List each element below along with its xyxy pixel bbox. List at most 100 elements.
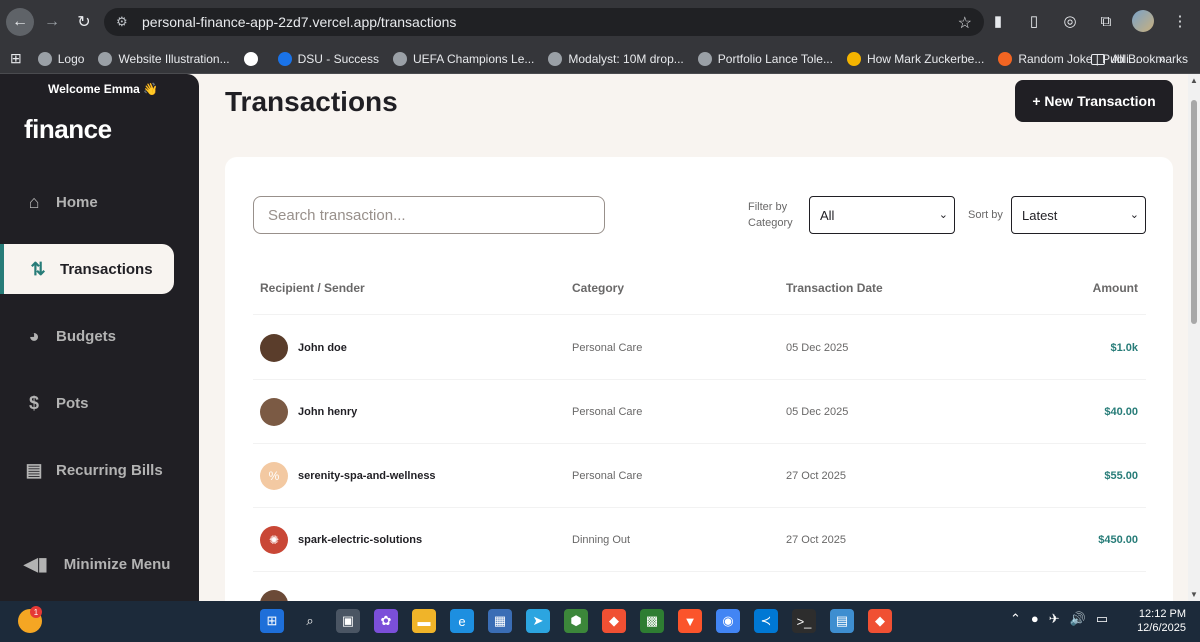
finance-app: Welcome Emma 👋 finance ⌂ Home ⇅ Transact… bbox=[0, 74, 1188, 601]
filter-label: Filter by Category bbox=[748, 201, 793, 229]
avatar bbox=[260, 334, 288, 362]
record-icon[interactable]: ◎ bbox=[1060, 11, 1080, 31]
task-view-icon[interactable]: ▣ bbox=[336, 609, 360, 633]
table-row[interactable] bbox=[253, 572, 1146, 601]
battery-icon[interactable]: ▭ bbox=[1096, 611, 1108, 627]
notepad-icon[interactable]: ▤ bbox=[830, 609, 854, 633]
avatar bbox=[260, 590, 288, 601]
transaction-amount: $40.00 bbox=[1104, 406, 1138, 418]
brave-icon[interactable]: ▼ bbox=[678, 609, 702, 633]
reload-button[interactable]: ↻ bbox=[70, 8, 98, 36]
edge-icon[interactable]: e bbox=[450, 609, 474, 633]
transaction-category: Personal Care bbox=[572, 342, 643, 354]
extensions-puzzle-icon[interactable]: ⧉ bbox=[1096, 11, 1116, 31]
tray-chevron-icon[interactable]: ⌃ bbox=[1010, 611, 1021, 627]
bookmark-item[interactable]: Website Illustration... bbox=[98, 51, 230, 66]
forward-button[interactable]: → bbox=[38, 8, 66, 36]
search-input[interactable]: Search transaction... bbox=[253, 196, 605, 234]
minimize-menu-button[interactable]: ◀▮ Minimize Menu bbox=[24, 554, 170, 575]
git-gui-icon[interactable]: ◆ bbox=[868, 609, 892, 633]
sidebar-item-budgets[interactable]: ◕ Budgets bbox=[0, 311, 174, 361]
transaction-date: 27 Oct 2025 bbox=[786, 470, 846, 482]
telegram-icon[interactable]: ➤ bbox=[526, 609, 550, 633]
system-clock[interactable]: 12:12 PM 12/6/2025 bbox=[1137, 607, 1186, 635]
sidebar-item-recurring-bills[interactable]: ▤ Recurring Bills bbox=[0, 445, 174, 495]
new-transaction-button[interactable]: + New Transaction bbox=[1015, 80, 1173, 122]
page-scrollbar[interactable]: ▲ ▼ bbox=[1188, 74, 1200, 601]
bookmark-item[interactable]: Logo bbox=[37, 51, 84, 66]
windows-taskbar: 1 ⊞ ⌕ ▣ ✿ ▬ e ▦ ➤ ⬢ ◆ ▩ ▼ ◉ ≺ >_ ▤ ◆ ⌃ ●… bbox=[0, 601, 1200, 642]
bookmark-item[interactable]: UEFA Champions Le... bbox=[392, 51, 534, 66]
bookmark-favicon-icon bbox=[697, 51, 712, 66]
sort-select[interactable]: Latest ⌄ bbox=[1011, 196, 1146, 234]
all-bookmarks-button[interactable]: All Bookmarks bbox=[1091, 52, 1188, 66]
bookmark-favicon-icon bbox=[98, 51, 113, 66]
volume-icon[interactable]: 🔊 bbox=[1070, 611, 1086, 627]
clock-time: 12:12 PM bbox=[1138, 608, 1186, 620]
security-icon[interactable]: ● bbox=[1031, 611, 1039, 627]
category-select[interactable]: All ⌄ bbox=[809, 196, 955, 234]
site-info-icon[interactable]: ⚙ bbox=[116, 14, 132, 30]
scroll-thumb[interactable] bbox=[1191, 100, 1197, 324]
table-row[interactable]: John doe Personal Care 05 Dec 2025 $1.0k bbox=[253, 316, 1146, 380]
address-bar[interactable]: ⚙ personal-finance-app-2zd7.vercel.app/t… bbox=[104, 8, 984, 36]
page-title: Transactions bbox=[225, 86, 398, 117]
column-date: Transaction Date bbox=[786, 281, 883, 295]
logo: finance bbox=[24, 114, 112, 144]
terminal-icon[interactable]: >_ bbox=[792, 609, 816, 633]
sidebar-item-label: Transactions bbox=[60, 260, 153, 278]
main-content: Transactions + New Transaction Search tr… bbox=[199, 74, 1188, 601]
network-icon[interactable]: ✈ bbox=[1049, 611, 1060, 627]
menu-dots-icon[interactable]: ⋮ bbox=[1170, 11, 1190, 31]
spa-logo-icon: % bbox=[260, 462, 288, 490]
browser-toolbar: ← → ↻ ⚙ personal-finance-app-2zd7.vercel… bbox=[0, 0, 1200, 44]
notification-badge: 1 bbox=[30, 606, 42, 618]
phone-icon[interactable]: ▯ bbox=[1024, 11, 1044, 31]
bookmark-favicon-icon bbox=[548, 51, 563, 66]
sidebar-item-pots[interactable]: $ Pots bbox=[0, 378, 174, 428]
home-icon: ⌂ bbox=[28, 191, 40, 212]
chevron-down-icon: ⌄ bbox=[938, 209, 948, 221]
bookmark-star-icon[interactable]: ☆ bbox=[958, 13, 972, 33]
back-button[interactable]: ← bbox=[6, 8, 34, 36]
extension-icon[interactable]: ▮ bbox=[988, 11, 1008, 31]
recipient-name: John doe bbox=[298, 342, 347, 354]
transactions-card: Search transaction... Filter by Category… bbox=[225, 157, 1173, 601]
sidebar-item-label: Home bbox=[56, 193, 98, 211]
table-row[interactable]: % serenity-spa-and-wellness Personal Car… bbox=[253, 444, 1146, 508]
bookmark-item[interactable] bbox=[243, 51, 264, 66]
sidebar-item-label: Budgets bbox=[56, 327, 116, 345]
vscode-icon[interactable]: ≺ bbox=[754, 609, 778, 633]
search-icon[interactable]: ⌕ bbox=[298, 609, 322, 633]
scroll-down-icon[interactable]: ▼ bbox=[1190, 590, 1198, 599]
bookmark-item[interactable]: Modalyst: 10M drop... bbox=[548, 51, 684, 66]
app-icon[interactable]: ▩ bbox=[640, 609, 664, 633]
pots-icon: $ bbox=[28, 392, 39, 413]
table-header: Recipient / Sender Category Transaction … bbox=[253, 281, 1146, 315]
table-row[interactable]: ✺ spark-electric-solutions Dinning Out 2… bbox=[253, 508, 1146, 572]
bookmark-item[interactable]: DSU - Success bbox=[277, 51, 379, 66]
sidebar-item-home[interactable]: ⌂ Home bbox=[0, 177, 174, 227]
transaction-date: 05 Dec 2025 bbox=[786, 342, 849, 354]
git-icon[interactable]: ◆ bbox=[602, 609, 626, 633]
store-icon[interactable]: ▦ bbox=[488, 609, 512, 633]
transaction-category: Personal Care bbox=[572, 406, 643, 418]
profile-avatar[interactable] bbox=[1132, 10, 1154, 32]
recurring-bills-icon: ▤ bbox=[25, 459, 43, 480]
clock-date: 12/6/2025 bbox=[1137, 622, 1186, 634]
bookmarks-bar: ⊞ Logo Website Illustration... DSU - Suc… bbox=[0, 44, 1200, 74]
chrome-icon[interactable]: ◉ bbox=[716, 609, 740, 633]
bookmark-item[interactable]: How Mark Zuckerbe... bbox=[846, 51, 984, 66]
transaction-date: 05 Dec 2025 bbox=[786, 406, 849, 418]
copilot-icon[interactable]: ✿ bbox=[374, 609, 398, 633]
file-explorer-icon[interactable]: ▬ bbox=[412, 609, 436, 633]
apps-grid-icon[interactable]: ⊞ bbox=[10, 50, 22, 67]
scroll-up-icon[interactable]: ▲ bbox=[1190, 76, 1198, 85]
column-amount: Amount bbox=[1092, 281, 1138, 295]
windows-start-icon[interactable]: ⊞ bbox=[260, 609, 284, 633]
minimize-label: Minimize Menu bbox=[63, 556, 171, 573]
bookmark-item[interactable]: Portfolio Lance Tole... bbox=[697, 51, 833, 66]
nodejs-icon[interactable]: ⬢ bbox=[564, 609, 588, 633]
sidebar-item-transactions[interactable]: ⇅ Transactions bbox=[0, 244, 174, 294]
table-row[interactable]: John henry Personal Care 05 Dec 2025 $40… bbox=[253, 380, 1146, 444]
